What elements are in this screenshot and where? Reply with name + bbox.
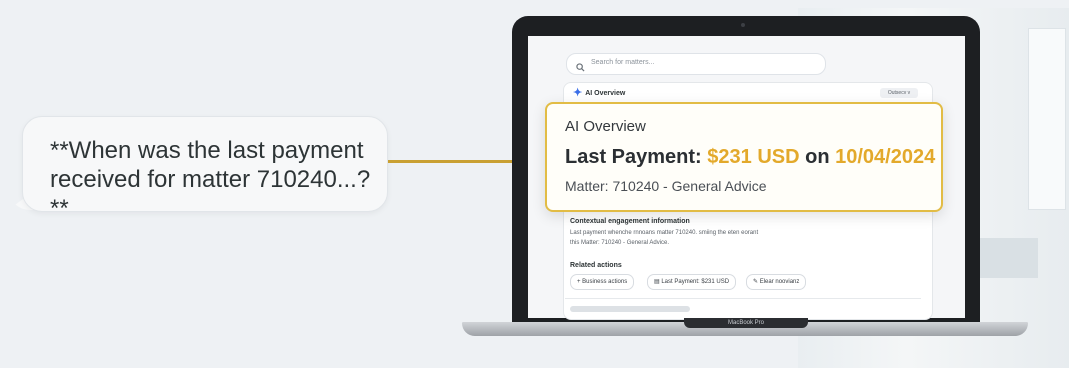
card-title: AI Overview xyxy=(565,118,646,135)
matter-line: Matter: 710240 - General Advice xyxy=(565,178,767,194)
overview-header: ✦ AI Overview xyxy=(573,86,625,99)
search-icon xyxy=(576,59,585,77)
last-payment-label: Last Payment: xyxy=(565,146,702,168)
list-item xyxy=(570,306,690,312)
office-furniture xyxy=(978,238,1038,278)
question-text: **When was the last payment received for… xyxy=(50,137,371,222)
camera-icon xyxy=(741,23,745,27)
last-payment-line: Last Payment: $231 USD on 10/04/2024 xyxy=(565,146,935,169)
window-pane xyxy=(1028,28,1066,210)
overview-header-label: AI Overview xyxy=(585,90,626,97)
search-input[interactable]: Search for matters... xyxy=(566,53,826,75)
payment-amount: $231 USD xyxy=(707,146,800,168)
search-placeholder: Search for matters... xyxy=(591,59,655,66)
chip-label: Elear noovianz xyxy=(759,279,800,285)
related-actions-title: Related actions xyxy=(570,262,622,269)
chip-label: Business actions xyxy=(582,279,628,285)
on-text: on xyxy=(805,146,830,168)
pencil-icon: ✎ xyxy=(753,279,760,285)
overview-dropdown[interactable]: Outsecv v xyxy=(880,88,918,98)
arrow-line xyxy=(388,160,526,163)
laptop-brand: MacBook Pro xyxy=(684,318,808,328)
divider xyxy=(565,298,921,299)
chip-label: Last Payment: $231 USD xyxy=(661,279,730,285)
edit-chip[interactable]: ✎ Elear noovianz xyxy=(746,274,807,290)
business-actions-chip[interactable]: + Business actions xyxy=(570,274,635,290)
context-line: this Matter: 710240 - General Advice. xyxy=(570,240,670,246)
context-title: Contextual engagement information xyxy=(570,218,690,225)
last-payment-chip[interactable]: ▤ Last Payment: $231 USD xyxy=(647,274,737,290)
payment-date: 10/04/2024 xyxy=(835,146,936,168)
sparkle-icon: ✦ xyxy=(573,87,583,99)
context-line: Last payment whenche rnnoans matter 7102… xyxy=(570,230,759,236)
